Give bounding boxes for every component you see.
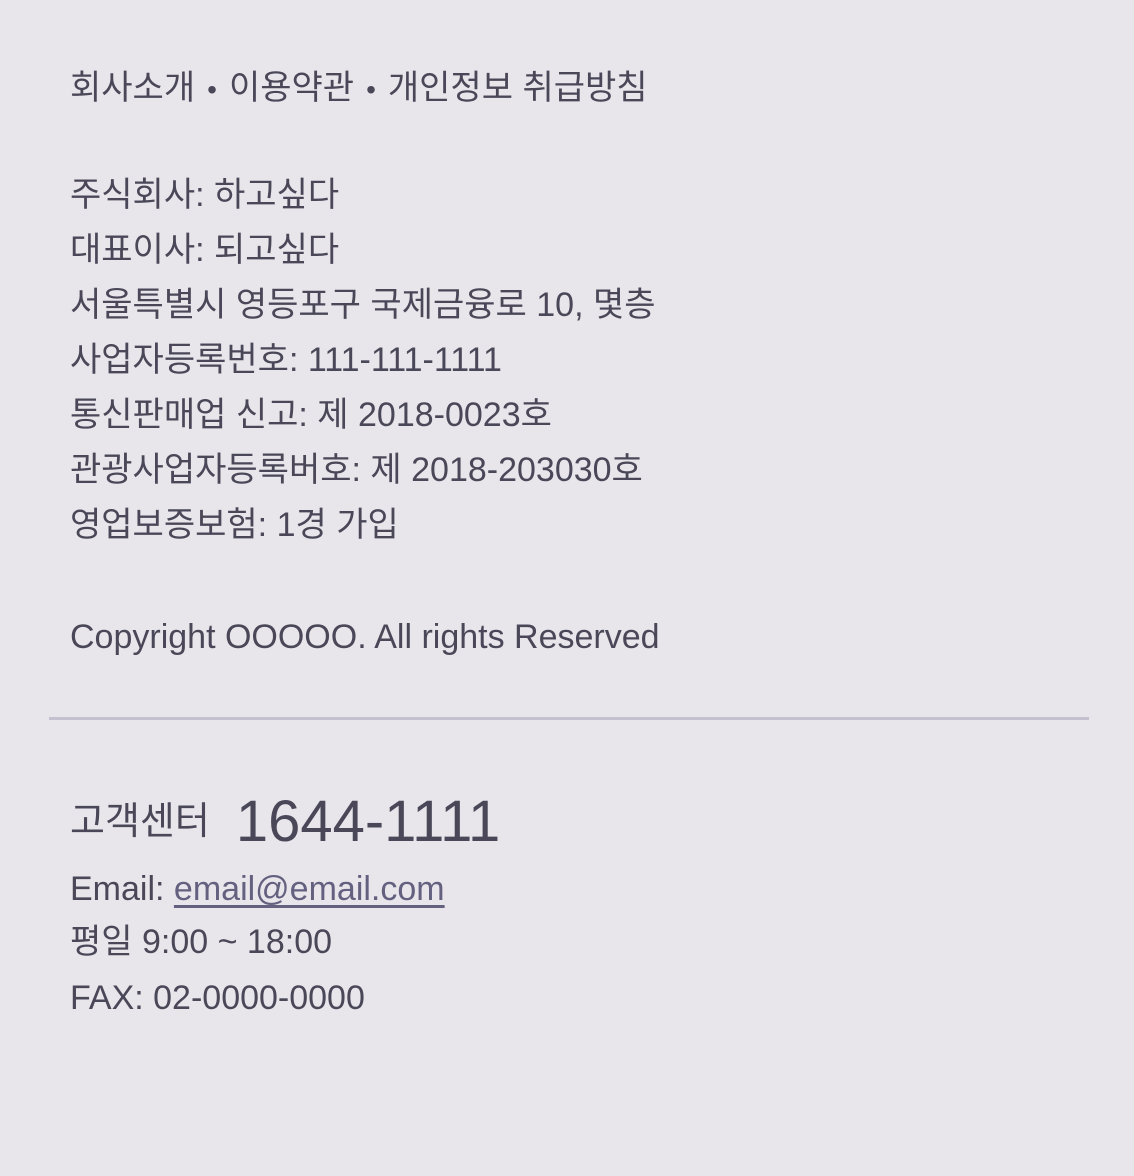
separator-dot: •: [366, 74, 376, 105]
business-registration: 사업자등록번호: 111-111-1111: [70, 341, 502, 379]
customer-center: 고객센터 1644-1111: [70, 788, 500, 854]
mail-order-registration: 통신판매업 신고: 제 2018-0023호: [70, 396, 552, 434]
link-company-intro[interactable]: 회사소개: [70, 69, 195, 107]
tourism-registration: 관광사업자등록버호: 제 2018-203030호: [70, 451, 643, 489]
business-hours: 평일 9:00 ~ 18:00: [70, 923, 333, 961]
footer-links: 회사소개 • 이용약관 • 개인정보 취급방침: [70, 68, 648, 110]
address: 서울특별시 영등포구 국제금융로 10, 몇층: [70, 286, 656, 324]
link-terms[interactable]: 이용약관: [229, 69, 354, 107]
separator-dot: •: [207, 74, 217, 105]
copyright: Copyright OOOOO. All rights Reserved: [70, 618, 660, 656]
email-label: Email:: [70, 870, 165, 908]
email-row: Email: email@email.com: [70, 869, 445, 909]
ceo: 대표이사: 되고싶다: [70, 231, 340, 269]
link-privacy-policy[interactable]: 개인정보 취급방침: [388, 69, 648, 107]
email-link[interactable]: email@email.com: [174, 870, 445, 908]
customer-center-label: 고객센터: [70, 801, 210, 844]
customer-center-phone[interactable]: 1644-1111: [236, 789, 500, 854]
company-name: 주식회사: 하고싶다: [70, 176, 340, 214]
guarantee-insurance: 영업보증보험: 1경 가입: [70, 506, 399, 544]
fax: FAX: 02-0000-0000: [70, 979, 365, 1017]
divider: [49, 717, 1089, 720]
